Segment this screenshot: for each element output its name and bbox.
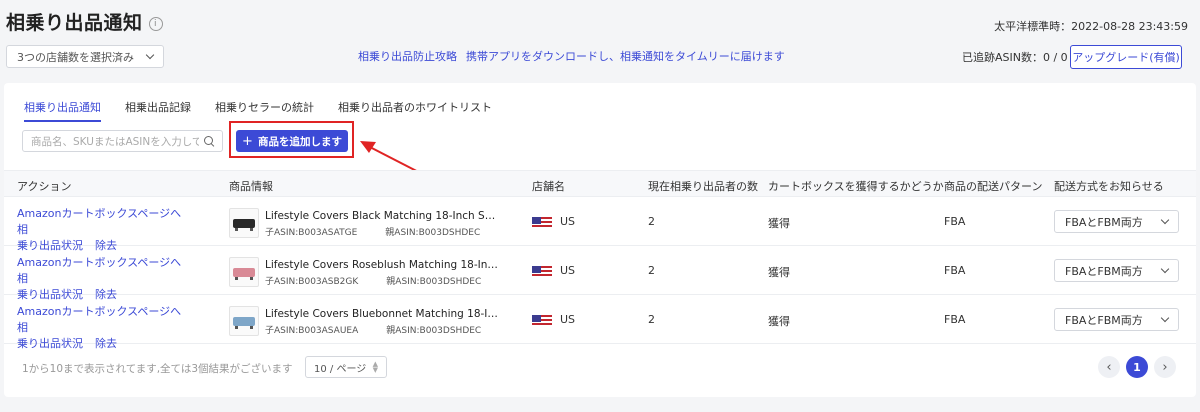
- seller-status-link-start[interactable]: 相: [17, 223, 28, 236]
- table-row: Amazonカートボックスページへ相 乗り出品状況 除去 Lifestyle Co…: [4, 197, 1196, 252]
- col-seller-count: 現在相乗り出品者の数: [648, 180, 758, 193]
- upgrade-button[interactable]: アップグレード(有償): [1070, 45, 1182, 69]
- store-name: US: [560, 264, 576, 277]
- page-title: 相乗り出品通知 i: [6, 8, 163, 35]
- product-name: Lifestyle Covers Bluebonnet Matching 18-…: [265, 308, 500, 320]
- seller-status-link-start[interactable]: 相: [17, 272, 28, 285]
- timezone-clock: 太平洋標準時：2022-08-28 23:43:59: [994, 20, 1188, 33]
- seller-status-link[interactable]: 乗り出品状況: [17, 337, 83, 350]
- product-asins: 子ASIN:B003ASAUEA 親ASIN:B003DSHDEC: [265, 323, 509, 336]
- shipping-method-select[interactable]: FBAとFBM両方: [1054, 308, 1179, 331]
- shipping-method-select[interactable]: FBAとFBM両方: [1054, 210, 1179, 233]
- next-page-button[interactable]: ›: [1154, 356, 1176, 378]
- shipping-pattern: FBA: [944, 264, 966, 277]
- table-row: Amazonカートボックスページへ相 乗り出品状況 除去 Lifestyle Co…: [4, 295, 1196, 350]
- tab-whitelist[interactable]: 相乗り出品者のホワイトリスト: [338, 95, 492, 122]
- shipping-method-value: FBAとFBM両方: [1065, 215, 1143, 229]
- shipping-method-select[interactable]: FBAとFBM両方: [1054, 259, 1179, 282]
- col-action: アクション: [17, 180, 72, 193]
- tab-notification[interactable]: 相乗り出品通知: [24, 95, 101, 122]
- plus-icon: +: [242, 133, 253, 149]
- child-asin: 子ASIN:B003ASB2GK: [265, 277, 359, 287]
- shipping-method-value: FBAとFBM両方: [1065, 313, 1143, 327]
- page-1-button[interactable]: 1: [1126, 356, 1148, 378]
- add-product-button[interactable]: + 商品を追加します: [236, 130, 348, 152]
- child-asin: 子ASIN:B003ASAUEA: [265, 326, 359, 336]
- info-icon[interactable]: i: [148, 17, 163, 31]
- product-asins: 子ASIN:B003ASB2GK 親ASIN:B003DSHDEC: [265, 274, 509, 287]
- store-name: US: [560, 313, 576, 326]
- search-input[interactable]: 商品名、SKUまたはASINを入力してください: [22, 130, 223, 152]
- col-shipping-method: 配送方式をお知らせる: [1054, 180, 1164, 193]
- col-buybox: カートボックスを獲得するかどうか: [768, 180, 944, 193]
- product-name: Lifestyle Covers Black Matching 18-Inch …: [265, 210, 500, 222]
- buybox-status: 獲得: [768, 266, 790, 279]
- search-placeholder: 商品名、SKUまたはASINを入力してください: [31, 135, 199, 148]
- parent-asin: 親ASIN:B003DSHDEC: [385, 228, 481, 238]
- table-row: Amazonカートボックスページへ相 乗り出品状況 除去 Lifestyle Co…: [4, 246, 1196, 301]
- us-flag-icon: [532, 217, 552, 229]
- col-product-info: 商品情報: [229, 180, 273, 193]
- tab-records[interactable]: 相乗出品記録: [125, 95, 191, 122]
- search-icon[interactable]: [204, 136, 214, 146]
- product-thumbnail: [229, 257, 259, 287]
- shipping-method-value: FBAとFBM両方: [1065, 264, 1143, 278]
- buybox-page-link[interactable]: Amazonカートボックスページへ: [17, 207, 181, 220]
- col-store: 店舗名: [532, 180, 565, 193]
- page-size-value: 10 / ページ: [314, 363, 367, 375]
- table-header: アクション 商品情報 店舗名 現在相乗り出品者の数 カートボックスを獲得するかど…: [4, 170, 1196, 197]
- parent-asin: 親ASIN:B003DSHDEC: [386, 277, 482, 287]
- shipping-pattern: FBA: [944, 313, 966, 326]
- product-asins: 子ASIN:B003ASATGE 親ASIN:B003DSHDEC: [265, 225, 508, 238]
- app-download-link[interactable]: 携帯アプリをダウンロードし、相乗通知をタイムリーに届けます: [466, 48, 785, 64]
- child-asin: 子ASIN:B003ASATGE: [265, 228, 358, 238]
- sofa-image-icon: [233, 267, 255, 280]
- remove-link[interactable]: 除去: [95, 337, 117, 350]
- prevention-guide-link[interactable]: 相乗り出品防止攻略: [358, 48, 457, 64]
- pagination-summary: 1から10まで表示されてます,全ては3個結果がございます: [22, 363, 293, 375]
- page-size-select[interactable]: 10 / ページ ▲ ▼: [305, 356, 387, 378]
- product-thumbnail: [229, 306, 259, 336]
- col-shipping-pattern: 商品の配送パターン: [944, 180, 1043, 193]
- chevron-down-icon: [145, 50, 155, 59]
- row-actions: Amazonカートボックスページへ相 乗り出品状況 除去: [17, 304, 207, 352]
- us-flag-icon: [532, 266, 552, 278]
- store-select-value: 3つの店舗数を選択済み: [17, 50, 134, 64]
- shipping-pattern: FBA: [944, 215, 966, 228]
- chevron-down-icon: [1160, 215, 1170, 224]
- product-name: Lifestyle Covers Roseblush Matching 18-I…: [265, 259, 500, 271]
- store-select[interactable]: 3つの店舗数を選択済み: [6, 45, 164, 68]
- buybox-page-link[interactable]: Amazonカートボックスページへ: [17, 256, 181, 269]
- chevron-down-icon: [1160, 313, 1170, 322]
- buybox-page-link[interactable]: Amazonカートボックスページへ: [17, 305, 181, 318]
- chevron-down-icon: [1160, 264, 1170, 273]
- main-card: 相乗り出品通知 相乗出品記録 相乗りセラーの統計 相乗り出品者のホワイトリスト …: [4, 83, 1196, 397]
- sofa-image-icon: [233, 316, 255, 329]
- tab-bar: 相乗り出品通知 相乗出品記録 相乗りセラーの統計 相乗り出品者のホワイトリスト: [24, 95, 516, 122]
- seller-count: 2: [648, 264, 655, 277]
- add-product-label: 商品を追加します: [257, 135, 342, 148]
- buybox-status: 獲得: [768, 217, 790, 230]
- buybox-status: 獲得: [768, 315, 790, 328]
- page-title-text: 相乗り出品通知: [6, 12, 143, 34]
- seller-count: 2: [648, 313, 655, 326]
- parent-asin: 親ASIN:B003DSHDEC: [386, 326, 482, 336]
- seller-status-link-start[interactable]: 相: [17, 321, 28, 334]
- prev-page-button[interactable]: ‹: [1098, 356, 1120, 378]
- tracked-asin-count: 已追跡ASIN数：0 / 0: [962, 51, 1068, 64]
- product-thumbnail: [229, 208, 259, 238]
- store-name: US: [560, 215, 576, 228]
- us-flag-icon: [532, 315, 552, 327]
- sort-updown-icon: ▲ ▼: [372, 360, 378, 374]
- sofa-image-icon: [233, 218, 255, 231]
- seller-count: 2: [648, 215, 655, 228]
- tab-seller-stats[interactable]: 相乗りセラーの統計: [215, 95, 314, 122]
